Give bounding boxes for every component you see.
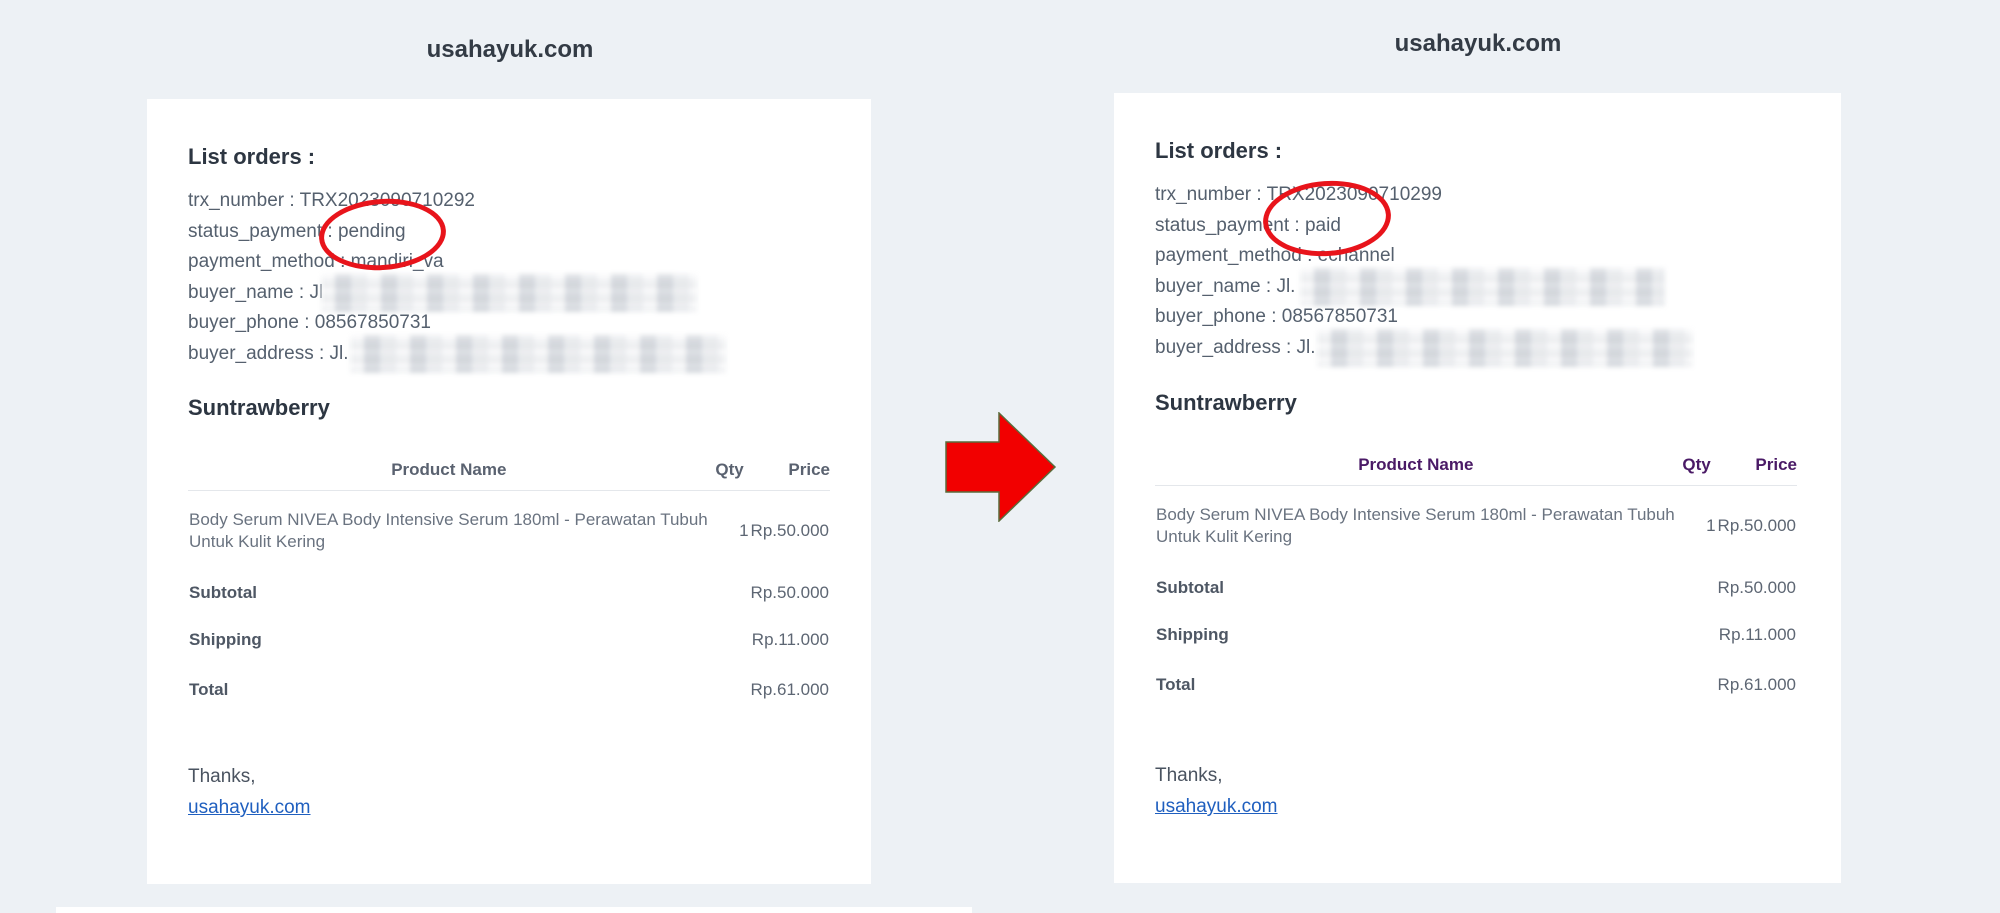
product-qty: 1 bbox=[1706, 515, 1716, 535]
right-buyer-address: buyer_address : Jl. bbox=[1155, 328, 1693, 367]
shipping-value: Rp.11.000 bbox=[1718, 624, 1796, 644]
redacted-blur bbox=[1317, 328, 1693, 367]
col-product-name: Product Name bbox=[1155, 441, 1677, 486]
table-header: Product Name Qty Price bbox=[188, 446, 830, 491]
shipping-label: Shipping bbox=[189, 629, 262, 649]
col-product-name: Product Name bbox=[188, 446, 710, 491]
right-store-name: Suntrawberry bbox=[1155, 390, 1297, 415]
right-arrow-icon bbox=[945, 412, 1057, 522]
total-row: Total Rp.61.000 bbox=[188, 665, 830, 715]
redacted-blur bbox=[321, 273, 697, 312]
subtotal-value: Rp.50.000 bbox=[1717, 577, 1796, 597]
total-label: Total bbox=[189, 679, 229, 699]
product-qty: 1 bbox=[739, 520, 749, 540]
product-price: Rp.50.000 bbox=[1717, 515, 1796, 535]
total-row: Total Rp.61.000 bbox=[1155, 660, 1797, 710]
left-store-name: Suntrawberry bbox=[188, 395, 330, 420]
subtotal-label: Subtotal bbox=[1156, 577, 1224, 597]
product-price: Rp.50.000 bbox=[750, 520, 829, 540]
product-name: Body Serum NIVEA Body Intensive Serum 18… bbox=[189, 509, 708, 551]
right-signoff: Thanks, usahayuk.com bbox=[1155, 760, 1278, 822]
subtotal-value: Rp.50.000 bbox=[750, 582, 829, 602]
thanks-text: Thanks, bbox=[188, 766, 256, 787]
right-site-title: usahayuk.com bbox=[1394, 30, 1562, 57]
col-qty: Qty bbox=[1676, 441, 1717, 486]
right-product-table: Product Name Qty Price Body Serum NIVEA … bbox=[1155, 441, 1797, 710]
right-email-card: List orders : trx_number : TRX2023090710… bbox=[1114, 93, 1841, 883]
left-email-card: List orders : trx_number : TRX2023090710… bbox=[147, 99, 871, 884]
product-name: Body Serum NIVEA Body Intensive Serum 18… bbox=[1156, 504, 1675, 546]
shipping-label: Shipping bbox=[1156, 624, 1229, 644]
subtotal-row: Subtotal Rp.50.000 bbox=[1155, 566, 1797, 610]
table-row: Body Serum NIVEA Body Intensive Serum 18… bbox=[188, 491, 830, 571]
shipping-row: Shipping Rp.11.000 bbox=[1155, 610, 1797, 660]
shipping-row: Shipping Rp.11.000 bbox=[188, 615, 830, 665]
left-product-table: Product Name Qty Price Body Serum NIVEA … bbox=[188, 446, 830, 715]
usahayuk-link[interactable]: usahayuk.com bbox=[1155, 796, 1278, 817]
subtotal-row: Subtotal Rp.50.000 bbox=[188, 571, 830, 615]
left-site-title: usahayuk.com bbox=[426, 36, 594, 63]
right-list-heading: List orders : bbox=[1155, 138, 1283, 163]
col-price: Price bbox=[1716, 441, 1797, 486]
table-row: Body Serum NIVEA Body Intensive Serum 18… bbox=[1155, 486, 1797, 566]
redacted-blur bbox=[1300, 267, 1665, 306]
col-qty: Qty bbox=[709, 446, 750, 491]
table-header: Product Name Qty Price bbox=[1155, 441, 1797, 486]
redacted-blur bbox=[350, 334, 726, 373]
left-list-heading: List orders : bbox=[188, 144, 316, 169]
thanks-text: Thanks, bbox=[1155, 765, 1223, 786]
col-price: Price bbox=[749, 446, 830, 491]
left-signoff: Thanks, usahayuk.com bbox=[188, 761, 311, 823]
total-label: Total bbox=[1156, 674, 1196, 694]
left-buyer-address: buyer_address : Jl. bbox=[188, 334, 726, 373]
subtotal-label: Subtotal bbox=[189, 582, 257, 602]
left-buyer-name: buyer_name : Jl bbox=[188, 273, 697, 312]
right-buyer-name: buyer_name : Jl. bbox=[1155, 267, 1665, 306]
usahayuk-link[interactable]: usahayuk.com bbox=[188, 797, 311, 818]
total-value: Rp.61.000 bbox=[750, 679, 829, 699]
total-value: Rp.61.000 bbox=[1717, 674, 1796, 694]
shipping-value: Rp.11.000 bbox=[751, 629, 829, 649]
bottom-strip bbox=[56, 907, 972, 913]
